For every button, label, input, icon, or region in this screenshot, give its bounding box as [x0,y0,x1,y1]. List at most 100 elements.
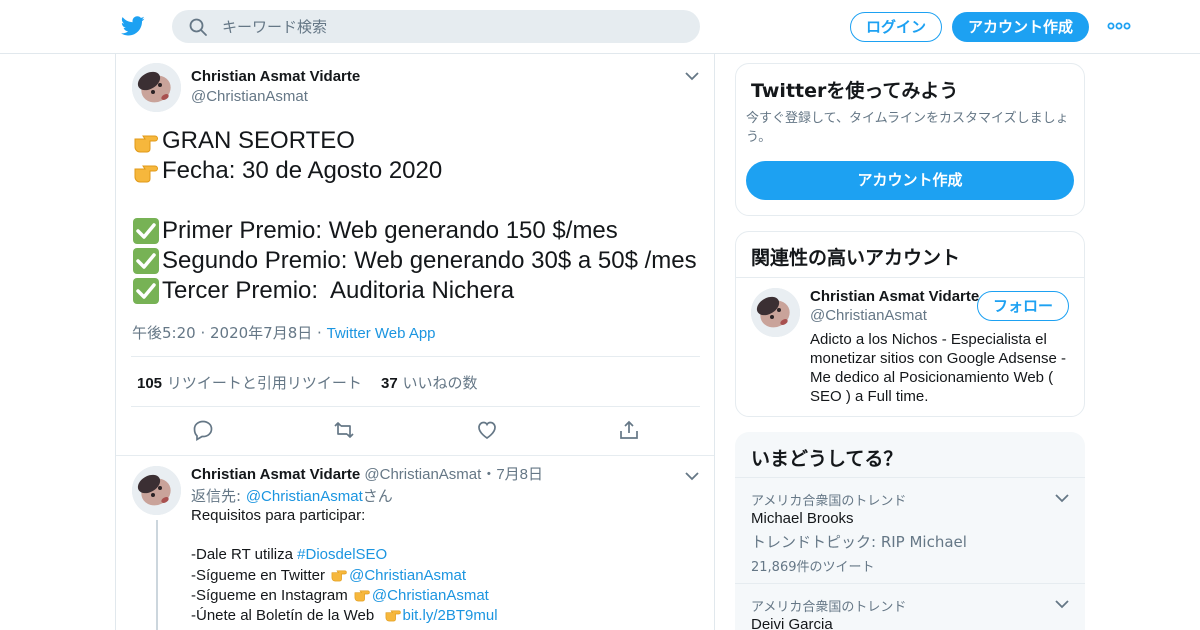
related-avatar[interactable] [751,288,800,337]
trend-context: アメリカ合衆国のトレンド [751,600,907,615]
search-icon [189,18,207,36]
reply-line-text: -Dale RT utiliza [191,546,298,563]
pointing-right-emoji-icon [331,570,347,582]
top-bar: ログイン アカウント作成 [0,0,1200,54]
reply-avatar[interactable] [132,466,181,515]
separator-dot: · [195,324,210,342]
reply-header: Christian Asmat Vidarte @ChristianAsmat・… [191,465,543,485]
share-icon[interactable] [618,419,640,441]
signup-card-title: Twitterを使ってみよう [751,80,959,102]
chevron-down-icon[interactable] [1054,599,1070,609]
search-bar[interactable] [172,10,700,43]
trends-title: いまどうしてる？ [751,448,903,470]
thread-line [156,520,158,630]
like-label: いいねの数 [402,374,478,392]
retweet-icon[interactable] [333,419,355,441]
heart-icon[interactable] [476,419,498,441]
tweet-stats: 105 リツイートと引用リツイート 37 いいねの数 [131,356,700,407]
related-accounts-card: 関連性の高いアカウント Christian Asmat Vidarte @Chr… [735,231,1085,417]
divider [116,455,714,456]
search-input[interactable] [222,10,682,43]
mention-link[interactable]: @ChristianAsmat [372,587,489,604]
description-line: 今すぐ登録して、タイムラインをカスタマイズしましょ [746,111,1069,126]
signup-card: Twitterを使ってみよう 今すぐ登録して、タイムラインをカスタマイズしましょ… [735,63,1085,216]
avatar-image [132,466,181,515]
author-handle[interactable]: @ChristianAsmat [191,88,308,105]
check-mark-emoji-icon [133,278,159,304]
tweet-source-link[interactable]: Twitter Web App [327,325,436,342]
reply-to-handle[interactable]: @ChristianAsmat [246,488,363,505]
reply-line-1: Requisitos para participar: [191,507,366,524]
check-mark-emoji-icon [133,218,159,244]
signup-card-description: 今すぐ登録して、タイムラインをカスタマイズしましょ う。 [746,109,1069,147]
divider [736,277,1084,278]
related-bio: Adicto a los Nichos - Especialista el mo… [810,330,1066,406]
chevron-down-icon[interactable] [1054,493,1070,503]
pointing-right-emoji-icon [385,610,401,622]
reply-author-handle[interactable]: @ChristianAsmat [364,466,481,483]
short-url-link[interactable]: bit.ly/2BT9mul [403,607,498,624]
like-stat[interactable]: 37 いいねの数 [381,372,477,393]
tweet-line: Fecha: 30 de Agosto 2020 [132,156,697,186]
trend-item[interactable]: アメリカ合衆国のトレンド Michael Brooks トレンドトピック: RI… [735,477,1085,583]
tweet-date[interactable]: 2020年7月8日 [210,324,312,342]
tweet-line: Tercer Premio: Auditoria Nichera [132,276,697,306]
retweet-label: リツイートと引用リツイート [166,374,362,392]
mention-link[interactable]: @ChristianAsmat [349,567,466,584]
reply-author-name[interactable]: Christian Asmat Vidarte [191,466,360,483]
reply-to-prefix: 返信先: [191,487,246,505]
description-line: う。 [746,130,772,145]
reply-line-4: -Sígueme en Instagram @ChristianAsmat [191,585,489,606]
reply-line-5: -Únete al Boletín de la Web bit.ly/2BT9m… [191,605,498,626]
author-name[interactable]: Christian Asmat Vidarte [191,68,360,85]
bio-line: Me dedico al Posicionamiento Web ( [810,369,1054,386]
bio-line: SEO ) a Full time. [810,388,929,405]
trend-name: Deivi Garcia [751,616,833,630]
bio-line: monetizar sitios con Google Adsense - [810,350,1066,367]
avatar-image [751,288,800,337]
related-name[interactable]: Christian Asmat Vidarte [810,288,979,305]
bio-line: Adicto a los Nichos - Especialista el [810,331,1047,348]
follow-button[interactable]: フォロー [977,291,1069,321]
separator-dot: ・ [481,466,497,483]
login-button[interactable]: ログイン [850,12,942,42]
more-dots-icon[interactable] [1106,18,1132,34]
related-handle[interactable]: @ChristianAsmat [810,307,927,324]
tweet-line-text: Segundo Premio: Web generando 30$ a 50$ … [162,247,697,274]
related-card-title: 関連性の高いアカウント [751,247,961,269]
tweet-line-text: Fecha: 30 de Agosto 2020 [162,157,443,184]
twitter-bird-icon[interactable] [120,14,146,38]
trend-item[interactable]: アメリカ合衆国のトレンド Deivi Garcia [735,583,1085,630]
hashtag-link[interactable]: #DiosdelSEO [297,546,387,563]
reply-line-3: -Sígueme en Twitter @ChristianAsmat [191,565,466,586]
avatar[interactable] [132,63,181,112]
pointing-right-emoji-icon [134,135,158,153]
pointing-right-emoji-icon [134,165,158,183]
tweet-line-text: GRAN SEORTEO [162,127,355,154]
retweet-stat[interactable]: 105 リツイートと引用リツイート [137,372,362,393]
like-count: 37 [381,375,398,392]
chevron-down-icon[interactable] [684,71,700,81]
tweet-line-text: Primer Premio: Web generando 150 $/mes [162,217,618,244]
trends-panel: いまどうしてる？ アメリカ合衆国のトレンド Michael Brooks トレン… [735,432,1085,630]
reply-icon[interactable] [192,419,214,441]
signup-card-button[interactable]: アカウント作成 [746,161,1074,200]
tweet-text: GRAN SEORTEO Fecha: 30 de Agosto 2020 Pr… [132,126,697,306]
reply-line-text: -Únete al Boletín de la Web [191,607,383,624]
trend-name: Michael Brooks [751,510,854,527]
avatar-image [132,63,181,112]
tweet-actions [116,419,714,443]
reply-date[interactable]: 7月8日 [496,466,543,483]
reply-to-line: 返信先: @ChristianAsmatさん [191,486,393,507]
trend-context: アメリカ合衆国のトレンド [751,494,907,509]
trend-topic: トレンドトピック: RIP Michael [751,533,967,551]
retweet-count: 105 [137,375,163,392]
chevron-down-icon[interactable] [684,471,700,481]
tweet-time[interactable]: 午後5:20 [132,324,196,342]
signup-button[interactable]: アカウント作成 [952,12,1089,42]
pointing-right-emoji-icon [354,590,370,602]
separator-dot: · [312,324,327,342]
tweet-line: Primer Premio: Web generando 150 $/mes [132,216,697,246]
reply-line-text: -Sígueme en Twitter [191,567,330,584]
